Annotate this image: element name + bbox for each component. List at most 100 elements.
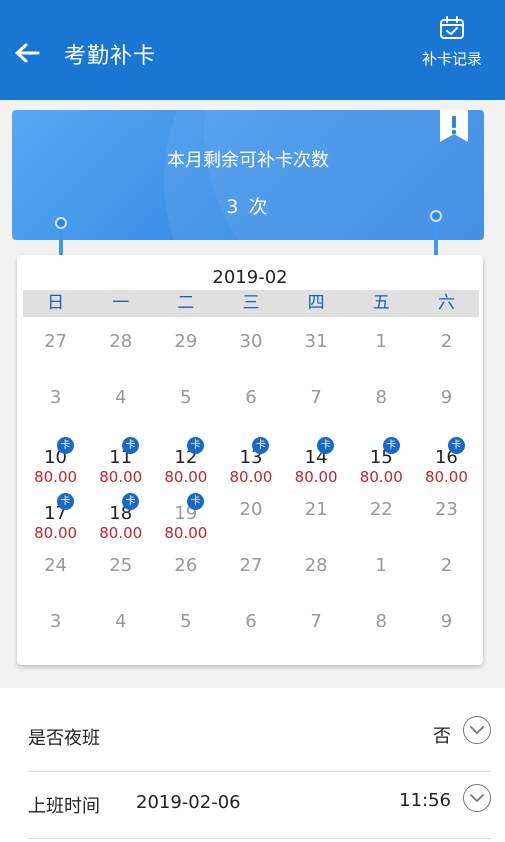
calendar-day-cell[interactable]: 6: [218, 597, 283, 653]
calendar-day-cell[interactable]: 31: [284, 317, 349, 373]
makeup-record-button[interactable]: 补卡记录: [413, 16, 491, 78]
day-number: 17: [44, 503, 68, 524]
day-number: 29: [174, 331, 198, 352]
chevron-down-circle-icon: [470, 794, 484, 802]
calendar-day-cell[interactable]: 5: [153, 373, 218, 429]
calendar-day-cell[interactable]: 21: [284, 485, 349, 541]
calendar-day-cell[interactable]: 5: [153, 597, 218, 653]
day-number: 9: [440, 611, 453, 632]
day-number: 27: [239, 555, 263, 576]
calendar-day-cell[interactable]: 7: [284, 373, 349, 429]
punch-badge: 卡: [56, 437, 74, 454]
day-number: 25: [109, 555, 133, 576]
night-shift-row[interactable]: 是否夜班 否: [28, 700, 491, 768]
calendar-day-cell[interactable]: 4: [88, 597, 153, 653]
calendar-day-cell[interactable]: 22: [349, 485, 414, 541]
binder-pin-left-dot: [55, 217, 67, 229]
punch-badge: 卡: [122, 437, 139, 454]
day-amount: 80.00: [164, 524, 208, 542]
weekday-fri: 五: [372, 293, 390, 313]
calendar-day-cell[interactable]: 19 80.00 卡: [153, 485, 218, 542]
calendar-day-cell[interactable]: 27: [23, 317, 88, 373]
calendar-day-cell[interactable]: 6: [218, 373, 283, 429]
calendar-day-cell[interactable]: 16 80.00 卡: [414, 429, 479, 486]
calendar-day-cell[interactable]: 4: [88, 373, 153, 429]
calendar-day-cell[interactable]: 10 80.00 卡: [23, 429, 88, 486]
weekday-mon: 一: [112, 293, 130, 313]
calendar-day-cell[interactable]: 15 80.00 卡: [349, 429, 414, 486]
calendar-day-cell[interactable]: 30: [218, 317, 283, 373]
calendar-day-cell[interactable]: 12 80.00 卡: [153, 429, 218, 486]
calendar-week-row: 17 80.00 卡 18 80.00 卡 19 80.00 卡 20 21 22 23: [23, 485, 479, 542]
calendar-day-cell[interactable]: 3: [23, 597, 88, 653]
calendar-day-cell[interactable]: 3: [23, 373, 88, 429]
calendar-day-cell[interactable]: 28: [284, 541, 349, 597]
calendar-day-cell[interactable]: 13 80.00 卡: [218, 429, 283, 486]
day-number: 16: [434, 447, 458, 468]
punch-badge: 卡: [122, 493, 139, 510]
day-amount: 80.00: [34, 524, 78, 542]
day-number: 5: [180, 387, 192, 408]
weekday-tue: 二: [177, 293, 195, 313]
day-number: 24: [44, 555, 68, 576]
day-number: 18: [109, 503, 133, 524]
calendar-day-cell[interactable]: 8: [349, 373, 414, 429]
weekday-sat: 六: [437, 293, 455, 313]
work-time-label: 上班时间: [28, 796, 100, 817]
calendar-day-cell[interactable]: 2: [414, 317, 479, 373]
calendar-day-cell[interactable]: 24: [23, 541, 88, 597]
chevron-down-icon[interactable]: [463, 716, 491, 744]
day-number: 31: [304, 331, 328, 352]
calendar-day-cell[interactable]: 1: [349, 317, 414, 373]
calendar-day-cell[interactable]: 9: [414, 597, 479, 653]
exclamation-bookmark-icon[interactable]: [440, 110, 468, 142]
chevron-down-circle-icon: [470, 726, 484, 734]
day-number: 30: [239, 331, 263, 352]
day-amount: 80.00: [164, 468, 208, 486]
calendar-day-cell[interactable]: 1: [349, 541, 414, 597]
calendar-month: 2019-02: [212, 267, 288, 288]
calendar-day-cell[interactable]: 29: [153, 317, 218, 373]
calendar-day-cell[interactable]: 8: [349, 597, 414, 653]
app-header: 考勤补卡 补卡记录: [0, 0, 505, 100]
day-number: 9: [440, 387, 453, 408]
day-number: 20: [239, 499, 263, 520]
day-number: 26: [174, 555, 198, 576]
day-amount: 80.00: [99, 468, 143, 486]
calendar-day-cell[interactable]: 23: [414, 485, 479, 541]
calendar-day-cell[interactable]: 20: [218, 485, 283, 541]
day-amount: 80.00: [424, 468, 468, 486]
calendar-day-cell[interactable]: 26: [153, 541, 218, 597]
day-number: 1: [375, 555, 387, 576]
calendar-day-cell[interactable]: 17 80.00 卡: [23, 485, 88, 542]
day-number: 8: [375, 611, 387, 632]
day-number: 5: [180, 611, 192, 632]
record-label: 补卡记录: [421, 50, 482, 68]
back-button[interactable]: [10, 36, 44, 70]
calendar-day-cell[interactable]: 28: [88, 317, 153, 373]
day-number: 7: [310, 611, 322, 632]
calendar-day-cell[interactable]: 25: [88, 541, 153, 597]
calendar-day-cell[interactable]: 7: [284, 597, 349, 653]
calendar-day-cell[interactable]: 18 80.00 卡: [88, 485, 153, 542]
calendar-day-cell[interactable]: 11 80.00 卡: [88, 429, 153, 486]
day-number: 12: [174, 447, 198, 468]
day-number: 13: [239, 447, 263, 468]
calendar-day-cell[interactable]: 9: [414, 373, 479, 429]
chevron-down-icon[interactable]: [463, 784, 491, 812]
day-amount: 80.00: [294, 468, 338, 486]
calendar-day-cell[interactable]: 14 80.00 卡: [284, 429, 349, 486]
day-number: 8: [375, 387, 387, 408]
weekday-header: 日 一 二 三 四 五 六: [23, 290, 479, 317]
calendar-day-cell[interactable]: 27: [218, 541, 283, 597]
remaining-count: 3 次: [226, 196, 270, 218]
day-number: 15: [369, 447, 393, 468]
work-time-date: 2019-02-06: [136, 792, 241, 813]
weekday-wed: 三: [242, 293, 260, 313]
day-number: 1: [375, 331, 387, 352]
binder-pin-right-dot: [430, 210, 442, 222]
night-shift-value: 否: [433, 726, 451, 747]
work-time-row[interactable]: 上班时间 2019-02-06 11:56: [28, 768, 491, 836]
day-amount: 80.00: [359, 468, 403, 486]
calendar-day-cell[interactable]: 2: [414, 541, 479, 597]
